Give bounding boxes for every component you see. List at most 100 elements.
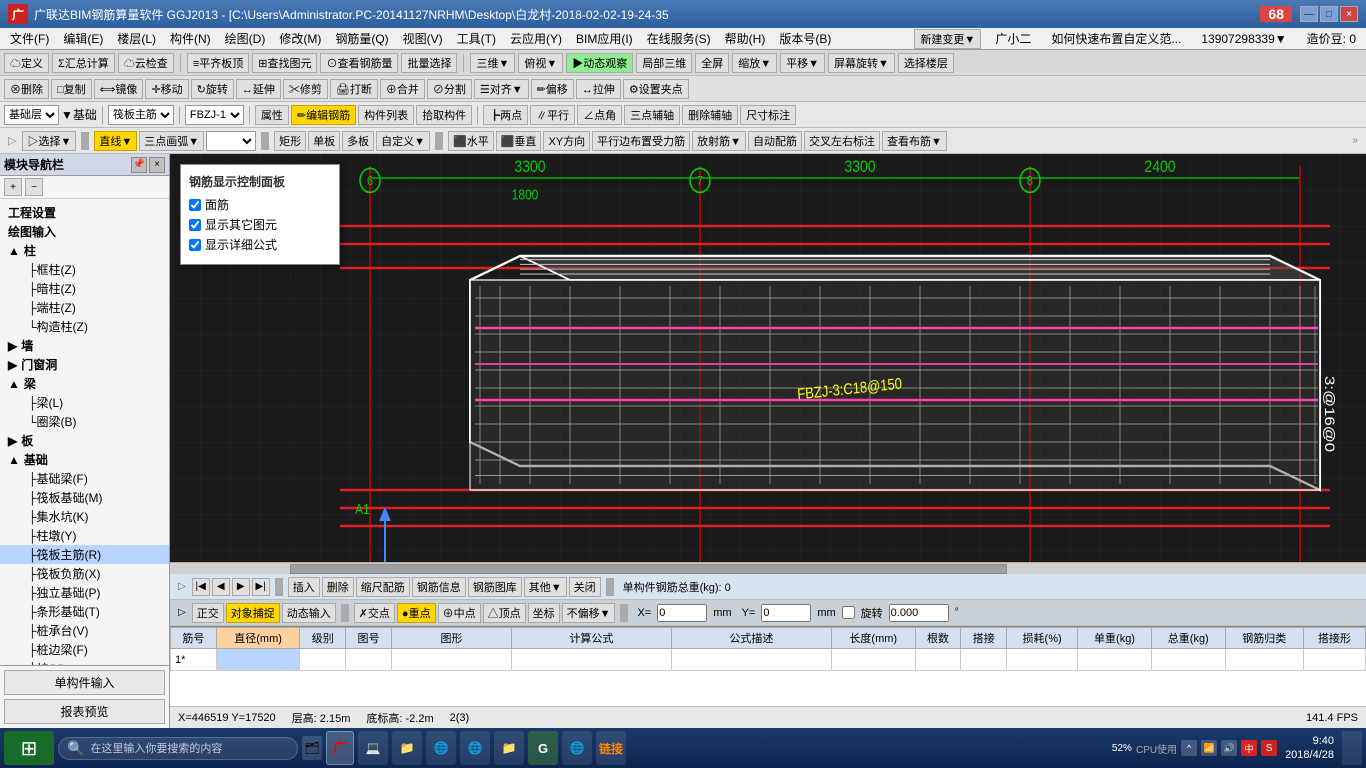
select-floor-button[interactable]: 选择楼层: [898, 53, 954, 73]
xy-dir-button[interactable]: XY方向: [543, 131, 590, 151]
define-button[interactable]: ☁定义: [4, 53, 49, 73]
find-elem-button[interactable]: ⊞查找图元: [252, 53, 317, 73]
tree-column-group[interactable]: ▲柱: [0, 241, 169, 260]
menu-draw[interactable]: 绘图(D): [219, 28, 272, 49]
tree-door-window-group[interactable]: ▶门窗洞: [0, 355, 169, 374]
print-button[interactable]: 🖨打断: [330, 79, 378, 99]
tree-raft-main-bar[interactable]: ├筏板主筋(R): [0, 545, 169, 564]
menu-file[interactable]: 文件(F): [4, 28, 55, 49]
delete-button[interactable]: ⊗删除: [4, 79, 49, 99]
top-view-button[interactable]: 俯视▼: [518, 53, 563, 73]
intersection-button[interactable]: ✗交点: [354, 603, 395, 623]
single-component-input-button[interactable]: 单构件输入: [4, 670, 165, 695]
tree-isolated-found[interactable]: ├独立基础(P): [0, 583, 169, 602]
tree-pile-cap[interactable]: ├桩承台(V): [0, 621, 169, 640]
menu-bim[interactable]: BIM应用(I): [570, 28, 639, 49]
pick-component-button[interactable]: 拾取构件: [416, 105, 472, 125]
tree-raft-neg-bar[interactable]: ├筏板负筋(X): [0, 564, 169, 583]
minimize-button[interactable]: —: [1300, 6, 1318, 22]
cad-canvas[interactable]: 3300 3300 2400 6 7 8 1800: [170, 154, 1366, 562]
tree-hidden-column[interactable]: ├暗柱(Z): [0, 279, 169, 298]
horizontal-button[interactable]: ⬛水平: [448, 131, 494, 151]
tree-drawing-input[interactable]: 绘图输入: [0, 222, 169, 241]
face-bar-checkbox[interactable]: [189, 199, 201, 211]
tree-end-column[interactable]: ├端柱(Z): [0, 298, 169, 317]
new-change-button[interactable]: 新建变更▼: [914, 29, 981, 49]
menu-help[interactable]: 帮助(H): [719, 28, 772, 49]
delete-row-button[interactable]: 删除: [322, 577, 354, 597]
tree-wall-group[interactable]: ▶墙: [0, 336, 169, 355]
ortho-button[interactable]: 正交: [192, 603, 224, 623]
tree-strip-found[interactable]: ├条形基础(T): [0, 602, 169, 621]
other-elem-checkbox[interactable]: [189, 219, 201, 231]
merge-button[interactable]: ⊕合并: [380, 79, 425, 99]
nav-prev-button[interactable]: ◀: [212, 578, 230, 596]
close-button[interactable]: ×: [1340, 6, 1358, 22]
x-input[interactable]: [657, 604, 707, 622]
taskbar-icon-g[interactable]: G: [528, 731, 558, 765]
taskbar-icon-3[interactable]: 🌐: [426, 731, 456, 765]
rotate-checkbox[interactable]: [842, 606, 855, 619]
rotate-tool-button[interactable]: ↻旋转: [191, 79, 234, 99]
lp-minus-icon[interactable]: −: [25, 178, 43, 196]
bar-type-select[interactable]: 筏板主筋: [108, 105, 174, 125]
lp-add-icon[interactable]: +: [4, 178, 22, 196]
menu-steel-qty[interactable]: 钢筋量(Q): [329, 28, 394, 49]
select-tool-button[interactable]: ▷选择▼: [22, 131, 76, 151]
tree-slab-group[interactable]: ▶板: [0, 431, 169, 450]
center-button[interactable]: ⊕中点: [438, 603, 481, 623]
cloud-check-button[interactable]: ☁云检查: [118, 53, 174, 73]
edit-rebar-button[interactable]: ✏编辑钢筋: [291, 105, 356, 125]
pan-button[interactable]: 平移▼: [780, 53, 825, 73]
set-fixture-button[interactable]: ⚙设置夹点: [623, 79, 689, 99]
dim-note-button[interactable]: 尺寸标注: [740, 105, 796, 125]
auto-bar-button[interactable]: 自动配筋: [748, 131, 802, 151]
tree-project-settings[interactable]: 工程设置: [0, 203, 169, 222]
taskbar-icon-4[interactable]: 🌐: [460, 731, 490, 765]
del-axis-button[interactable]: 删除辅轴: [682, 105, 738, 125]
layer-select[interactable]: 基础层: [4, 105, 59, 125]
rect-button[interactable]: 矩形: [274, 131, 306, 151]
start-button[interactable]: ⊞: [4, 731, 54, 765]
menu-version[interactable]: 版本号(B): [773, 28, 837, 49]
trim-button[interactable]: ✂修剪: [283, 79, 328, 99]
radial-bar-button[interactable]: 放射筋▼: [692, 131, 746, 151]
single-board-button[interactable]: 单板: [308, 131, 340, 151]
cross-lr-button[interactable]: 交叉左右标注: [804, 131, 880, 151]
split-button[interactable]: ⊘分割: [427, 79, 472, 99]
tree-found-beam[interactable]: ├基础梁(F): [0, 469, 169, 488]
custom-button[interactable]: 自定义▼: [376, 131, 430, 151]
component-list-button[interactable]: 构件列表: [358, 105, 414, 125]
tree-column-cap[interactable]: ├柱墩(Y): [0, 526, 169, 545]
line-tool-button[interactable]: 直线▼: [94, 131, 137, 151]
view-bar-button[interactable]: 查看布筋▼: [882, 131, 947, 151]
menu-modify[interactable]: 修改(M): [273, 28, 327, 49]
arc-tool-button[interactable]: 三点画弧▼: [139, 131, 204, 151]
y-input[interactable]: [761, 604, 811, 622]
tray-app-icon[interactable]: S: [1261, 740, 1277, 756]
other-menu-button[interactable]: 其他▼: [524, 577, 567, 597]
tree-foundation-group[interactable]: ▲基础: [0, 450, 169, 469]
view-rebar-button[interactable]: ⊙查看钢筋量: [320, 53, 398, 73]
panel-close-button[interactable]: ×: [149, 157, 165, 173]
detail-formula-checkbox[interactable]: [189, 239, 201, 251]
report-preview-button[interactable]: 报表预览: [4, 699, 165, 724]
taskbar-icon-link[interactable]: 链接: [596, 731, 626, 765]
tree-frame-column[interactable]: ├框柱(Z): [0, 260, 169, 279]
parallel-edge-button[interactable]: 平行边布置受力筋: [592, 131, 690, 151]
task-view-button[interactable]: 🗂: [302, 736, 322, 760]
taskbar-icon-1[interactable]: 💻: [358, 731, 388, 765]
menu-online[interactable]: 在线服务(S): [641, 28, 717, 49]
snap-button[interactable]: 对象捕捉: [226, 603, 280, 623]
dynamic-input-button[interactable]: 动态输入: [282, 603, 336, 623]
calc-button[interactable]: Σ汇总计算: [52, 53, 115, 73]
menu-view[interactable]: 视图(V): [397, 28, 449, 49]
tree-sump[interactable]: ├集水坑(K): [0, 507, 169, 526]
taskbar-icon-5[interactable]: 📁: [494, 731, 524, 765]
3d-button[interactable]: 三维▼: [470, 53, 515, 73]
tree-beam-group[interactable]: ▲梁: [0, 374, 169, 393]
two-point-button[interactable]: ┣两点: [483, 105, 528, 125]
extend-button[interactable]: ↔延伸: [236, 79, 281, 99]
three-point-axis-button[interactable]: 三点辅轴: [624, 105, 680, 125]
coord-button[interactable]: 坐标: [528, 603, 560, 623]
